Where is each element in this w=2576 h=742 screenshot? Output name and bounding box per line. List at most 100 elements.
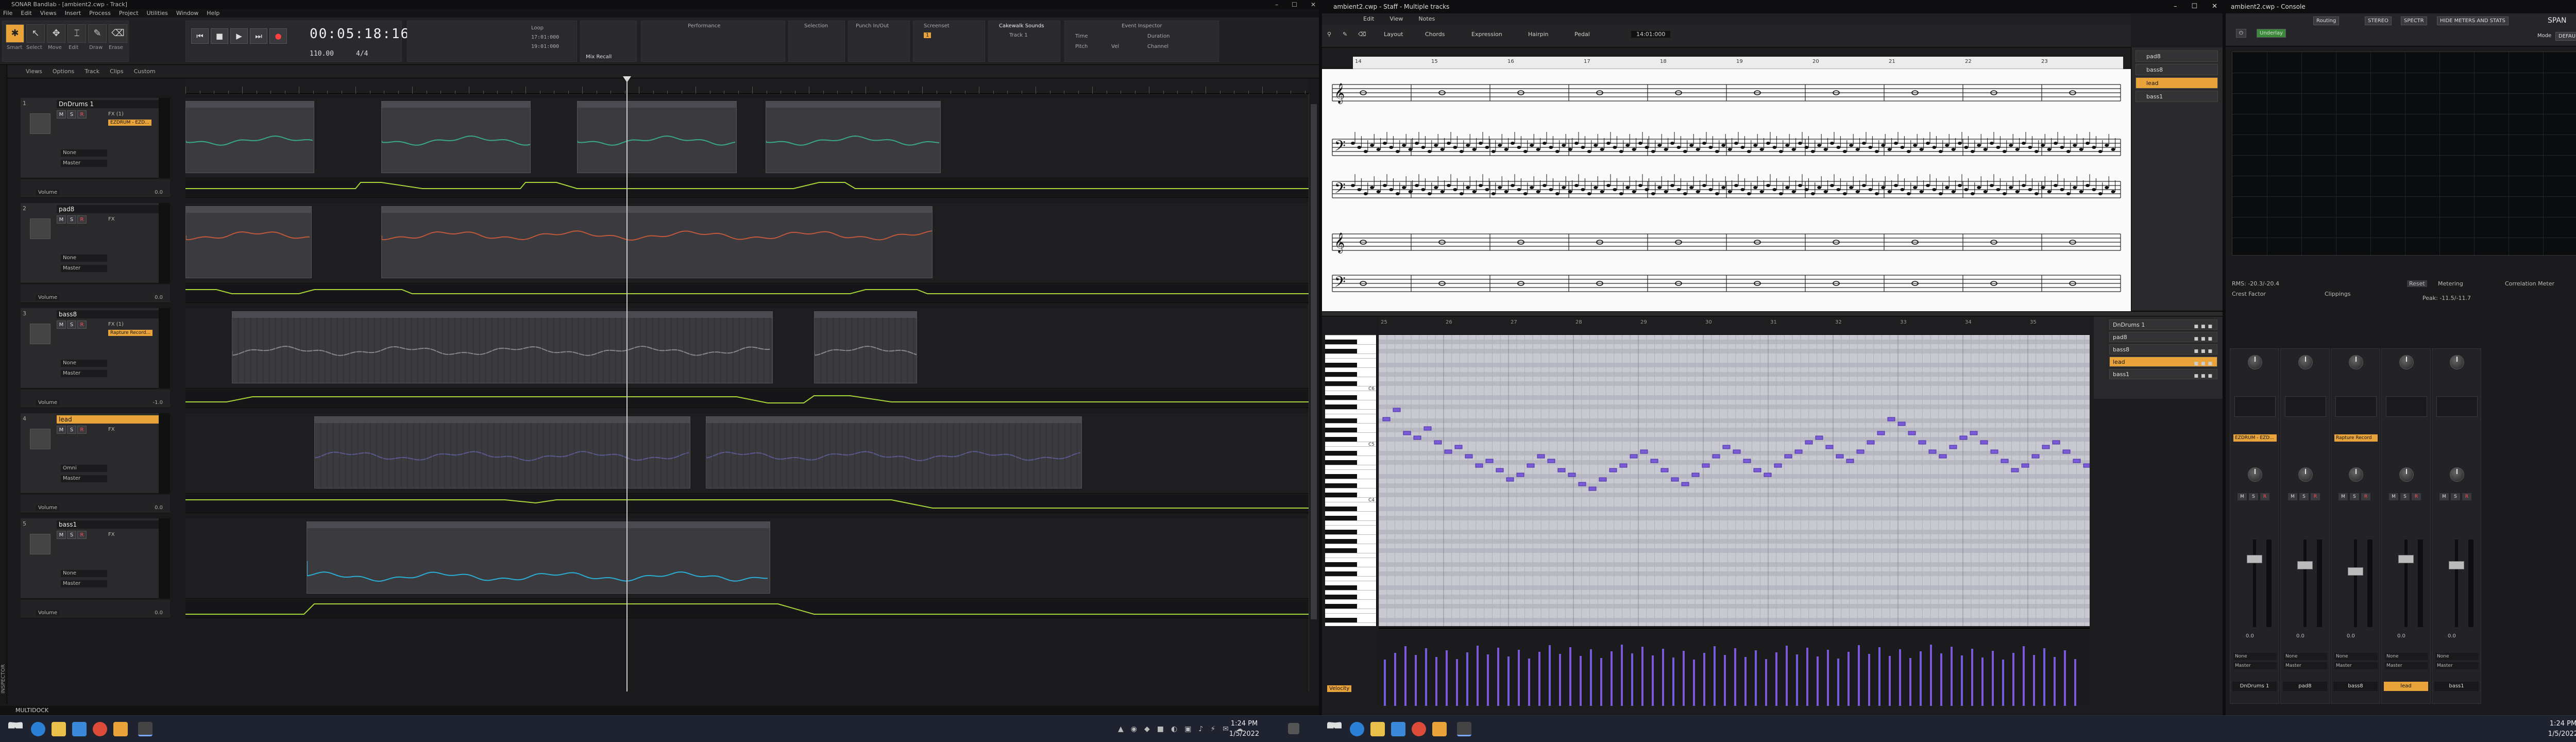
black-key[interactable] (1325, 404, 1357, 409)
staff-note[interactable] (1798, 142, 1802, 145)
staff-note[interactable] (1842, 150, 1847, 153)
staff-note[interactable] (1657, 144, 1662, 147)
staff-note[interactable] (1990, 142, 1994, 145)
staff-note[interactable] (2028, 146, 2032, 149)
staff-track-item[interactable]: bass8 (2136, 64, 2218, 75)
staff-note[interactable] (1511, 142, 1515, 145)
staff-note[interactable] (2073, 144, 2077, 147)
staff-note[interactable] (1421, 188, 1426, 191)
automation-param[interactable]: Volume (36, 610, 60, 616)
midi-note[interactable] (1970, 431, 1978, 435)
midi-note[interactable] (1805, 440, 1813, 445)
chrome-icon[interactable] (1412, 722, 1426, 736)
strip-solo-button[interactable]: S (2350, 493, 2359, 500)
staff-note[interactable] (2054, 142, 2058, 145)
automation-lane[interactable] (185, 600, 1309, 618)
staff-note[interactable] (1504, 190, 1509, 193)
staff-note[interactable] (1594, 144, 1598, 147)
clip-title-bar[interactable] (815, 312, 917, 318)
output-selector[interactable]: Master (2284, 662, 2327, 669)
staff-note[interactable] (1772, 146, 1777, 149)
staff-note[interactable] (1523, 150, 1528, 153)
staff-note[interactable] (2079, 148, 2083, 151)
menu-item-project[interactable]: Project (119, 9, 139, 18)
midi-note[interactable] (1908, 431, 1916, 435)
staff-note[interactable] (1887, 148, 1892, 151)
menu-item-process[interactable]: Process (89, 9, 111, 18)
staff-note[interactable] (1568, 190, 1572, 193)
close-icon[interactable]: ✕ (1311, 0, 1316, 9)
gain-knob-icon[interactable] (2349, 355, 2363, 369)
staff-track-item[interactable]: pad8 (2136, 50, 2218, 62)
black-key[interactable] (1325, 428, 1357, 432)
staff-note[interactable] (1453, 146, 1458, 149)
track-name[interactable]: bass8 (57, 310, 165, 318)
store-icon[interactable] (1391, 722, 1405, 736)
white-key[interactable] (1325, 534, 1376, 535)
staff-note[interactable] (1836, 188, 1841, 191)
velocity-label[interactable]: Velocity (1327, 685, 1352, 692)
staff-note[interactable] (2022, 184, 2026, 187)
staff-note[interactable] (2047, 190, 2052, 193)
staff-note[interactable] (1562, 186, 1566, 189)
white-key[interactable] (1325, 590, 1376, 591)
sonar-taskbar-icon[interactable] (138, 722, 152, 736)
staff-note[interactable] (1778, 150, 1783, 153)
automation-param[interactable]: Volume (36, 400, 60, 406)
staff-note[interactable] (2079, 190, 2083, 193)
track-mute-button[interactable]: M (57, 426, 66, 434)
automation-header[interactable]: Volume 0.0 (21, 179, 170, 198)
move-tool-icon[interactable]: ✥ (47, 24, 65, 43)
edit-tool-icon[interactable]: ⌶ (67, 24, 86, 43)
staff-note[interactable] (2098, 150, 2103, 153)
menu-item-window[interactable]: Window (176, 9, 198, 18)
firefox-icon[interactable] (113, 722, 128, 736)
black-key[interactable] (1325, 516, 1357, 520)
white-key[interactable] (1325, 344, 1376, 345)
track-rec-button[interactable]: R (77, 531, 87, 539)
black-key[interactable] (1325, 451, 1357, 456)
strip-mute-button[interactable]: M (2238, 493, 2247, 500)
staff-note[interactable] (1900, 146, 1905, 149)
staff-note[interactable] (1817, 144, 1822, 147)
midi-note[interactable] (1506, 477, 1514, 482)
volume-fader[interactable] (2348, 567, 2363, 576)
staff-note[interactable] (1472, 148, 1477, 151)
track-input[interactable]: None (61, 570, 107, 577)
track-input[interactable]: None (61, 149, 107, 157)
clip-title-bar[interactable] (706, 417, 1081, 423)
staff-note[interactable] (1427, 150, 1432, 153)
midi-note[interactable] (1836, 454, 1844, 459)
staff-note[interactable] (1766, 142, 1770, 145)
staff-note[interactable] (1459, 150, 1464, 153)
midi-note[interactable] (2083, 463, 2090, 468)
staff-note[interactable] (1842, 192, 1847, 195)
track-name[interactable]: DnDrums 1 (57, 100, 165, 108)
inspector-tab[interactable]: INSPECTOR (0, 65, 7, 704)
trackview-menu-track[interactable]: Track (84, 65, 99, 78)
black-key[interactable] (1325, 395, 1357, 400)
black-key[interactable] (1325, 530, 1357, 534)
clip[interactable] (814, 311, 917, 383)
position-field[interactable]: 14:01:000 (1631, 31, 1671, 38)
staff-note[interactable] (1408, 148, 1413, 151)
black-key[interactable] (1325, 548, 1357, 553)
white-key[interactable] (1325, 469, 1376, 470)
staff-note[interactable] (1906, 150, 1911, 153)
staff-note[interactable] (1676, 188, 1681, 191)
staff-note[interactable] (2111, 190, 2115, 193)
staff-note[interactable] (2086, 142, 2090, 145)
staff-note[interactable] (1491, 192, 1496, 195)
pan-knob-icon[interactable] (2399, 467, 2414, 482)
automation-envelope[interactable] (185, 495, 1309, 513)
midi-note[interactable] (1393, 408, 1401, 412)
staff-note[interactable] (1977, 186, 1981, 189)
midi-note[interactable] (1516, 473, 1524, 477)
staff-note[interactable] (1715, 192, 1719, 195)
staff-note[interactable] (2060, 188, 2064, 191)
staff-note[interactable] (1523, 192, 1528, 195)
midi-note[interactable] (1743, 459, 1751, 463)
track-rec-button[interactable]: R (77, 321, 87, 329)
track-mute-button[interactable]: M (57, 531, 66, 539)
timeline-ruler[interactable] (185, 78, 1309, 94)
